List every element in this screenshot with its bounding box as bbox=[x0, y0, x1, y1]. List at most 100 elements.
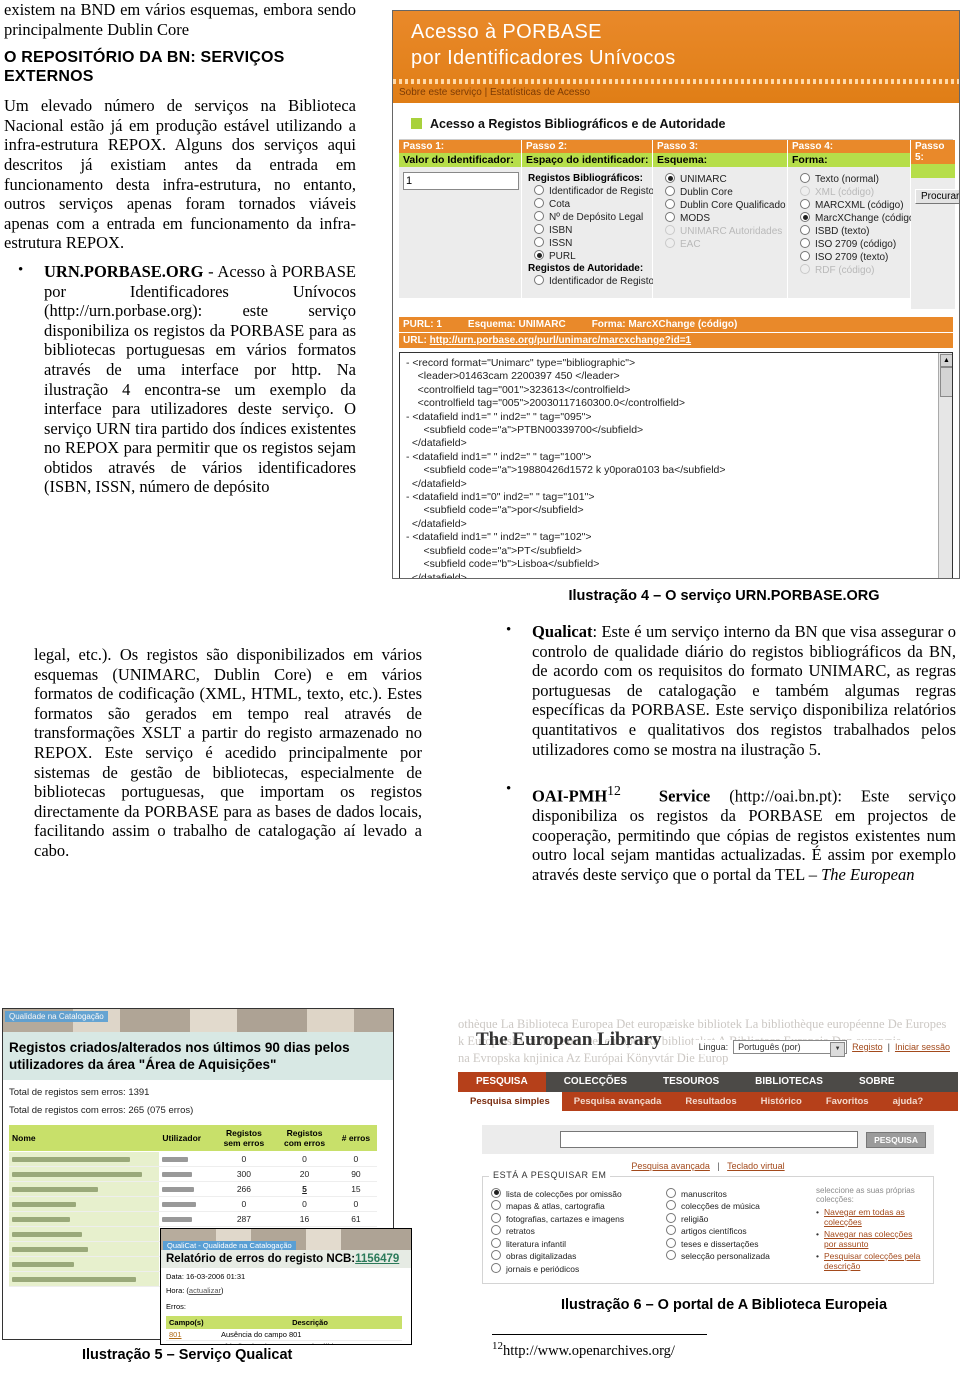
radio-icon[interactable] bbox=[534, 211, 544, 221]
radio-icon[interactable] bbox=[666, 1250, 676, 1260]
cell-nome[interactable] bbox=[9, 1241, 160, 1257]
advanced-search-link[interactable]: Pesquisa avançada bbox=[631, 1161, 710, 1171]
scroll-up-arrow-icon[interactable]: ▲ bbox=[940, 354, 952, 367]
radio-icon[interactable] bbox=[666, 1237, 676, 1248]
register-link[interactable]: Registo bbox=[852, 1042, 883, 1052]
option-obras-digitalizadas[interactable]: obras digitalizadas bbox=[491, 1250, 666, 1261]
radio-icon-selected[interactable] bbox=[800, 212, 810, 222]
radio-icon[interactable] bbox=[491, 1212, 501, 1223]
radio-identificador-registo-aut[interactable]: Identificador de Registo bbox=[534, 275, 654, 287]
refresh-link[interactable]: actualizar bbox=[189, 1286, 221, 1295]
link-pesquisar-pela-descricao[interactable]: Pesquisar colecções pela descrição bbox=[816, 1251, 925, 1271]
radio-identificador-registo-bib[interactable]: Identificador de Registo bbox=[534, 185, 654, 197]
search-button[interactable]: Procurar bbox=[915, 189, 959, 204]
option-mapas-atlas[interactable]: mapas & atlas, cartografia bbox=[491, 1200, 666, 1211]
radio-icon[interactable] bbox=[666, 1187, 676, 1198]
radio-icon[interactable] bbox=[666, 1200, 676, 1210]
login-link[interactable]: Iniciar sessão bbox=[895, 1042, 950, 1052]
radio-icon[interactable] bbox=[491, 1237, 501, 1248]
link-navegar-todas-coleccoes[interactable]: Navegar em todas as colecções bbox=[816, 1207, 925, 1227]
radio-icon[interactable] bbox=[665, 212, 675, 222]
table-row[interactable]: 300 20 90 bbox=[9, 1166, 377, 1182]
radio-icon[interactable] bbox=[491, 1225, 501, 1235]
subnav-resultados[interactable]: Resultados bbox=[673, 1092, 748, 1111]
subnav-pesquisa-simples[interactable]: Pesquisa simples bbox=[458, 1092, 562, 1111]
identifier-value-input[interactable]: 1 bbox=[403, 172, 519, 190]
search-input[interactable] bbox=[560, 1131, 859, 1148]
cell-nome[interactable] bbox=[9, 1151, 160, 1167]
link-navegar-por-assunto[interactable]: Navegar nas colecções por assunto bbox=[816, 1229, 925, 1249]
radio-icon[interactable] bbox=[534, 198, 544, 208]
cell-nome[interactable] bbox=[9, 1226, 160, 1242]
radio-icon-selected[interactable] bbox=[491, 1187, 501, 1198]
radio-iso2709-texto[interactable]: ISO 2709 (texto) bbox=[800, 251, 906, 263]
chevron-down-icon[interactable]: ▼ bbox=[830, 1042, 846, 1057]
popup-window-tab-title[interactable]: QualiCat - Qualidade na Catalogação bbox=[163, 1241, 296, 1250]
radio-icon[interactable] bbox=[534, 275, 544, 285]
url-link[interactable]: http://urn.porbase.org/purl/unimarc/marc… bbox=[430, 335, 691, 346]
option-seleccao-personalizada[interactable]: selecção personalizada bbox=[666, 1250, 816, 1261]
radio-icon[interactable] bbox=[534, 185, 544, 195]
radio-icon[interactable] bbox=[800, 199, 810, 209]
cell-nome[interactable] bbox=[9, 1211, 160, 1227]
table-row[interactable]: 287 16 61 bbox=[9, 1211, 377, 1227]
radio-icon[interactable] bbox=[665, 186, 675, 196]
radio-texto-normal[interactable]: Texto (normal) bbox=[800, 173, 906, 185]
radio-isbd-texto[interactable]: ISBD (texto) bbox=[800, 225, 906, 237]
radio-icon[interactable] bbox=[534, 224, 544, 234]
radio-icon[interactable] bbox=[666, 1212, 676, 1223]
subnav-favoritos[interactable]: Favoritos bbox=[814, 1092, 881, 1111]
radio-marcxchange[interactable]: MarcXChange (código) bbox=[800, 212, 918, 224]
radio-purl[interactable]: PURL bbox=[534, 250, 648, 262]
xml-code-viewer[interactable]: - <record format="Unimarc" type="bibliog… bbox=[399, 352, 953, 578]
option-manuscritos[interactable]: manuscritos bbox=[666, 1187, 816, 1199]
table-row[interactable]: 000 bbox=[9, 1196, 377, 1212]
language-select[interactable]: Português (por) ▼ bbox=[733, 1040, 848, 1057]
tel-logo[interactable]: The European Library bbox=[476, 1029, 661, 1051]
scrollbar-thumb[interactable] bbox=[940, 367, 952, 397]
radio-marcxml[interactable]: MARCXML (código) bbox=[800, 199, 906, 211]
radio-icon[interactable] bbox=[800, 251, 810, 261]
code-scrollbar[interactable]: ▲ ▼ bbox=[938, 353, 952, 578]
option-retratos[interactable]: retratos bbox=[491, 1225, 666, 1236]
radio-icon[interactable] bbox=[800, 173, 810, 183]
radio-icon[interactable] bbox=[491, 1262, 501, 1273]
popup-cell-campo[interactable]: 801 bbox=[166, 1329, 218, 1341]
nav-item-pesquisa[interactable]: PESQUISA bbox=[458, 1072, 546, 1092]
subnav-historico[interactable]: Histórico bbox=[749, 1092, 814, 1111]
option-colecoes-musica[interactable]: colecções de música bbox=[666, 1200, 816, 1211]
virtual-keyboard-link[interactable]: Teclado virtual bbox=[727, 1161, 785, 1171]
option-lista-colecoes[interactable]: lista de colecções por omissão bbox=[491, 1187, 666, 1199]
table-row[interactable]: 000 bbox=[9, 1151, 377, 1167]
subnav-ajuda[interactable]: ajuda? bbox=[881, 1092, 936, 1111]
cell-nome[interactable] bbox=[9, 1166, 160, 1182]
window-tab-title[interactable]: Qualidade na Catalogação bbox=[5, 1011, 108, 1022]
nav-item-colecoes[interactable]: COLECÇÕES bbox=[546, 1072, 645, 1092]
radio-icon[interactable] bbox=[534, 237, 544, 247]
table-row[interactable]: 266 5 15 bbox=[9, 1181, 377, 1197]
cell-nome[interactable] bbox=[9, 1181, 160, 1197]
radio-icon[interactable] bbox=[491, 1250, 501, 1260]
nav-item-bibliotecas[interactable]: BIBLIOTECAS bbox=[737, 1072, 841, 1092]
search-button[interactable]: PESQUISA bbox=[866, 1131, 926, 1148]
radio-unimarc[interactable]: UNIMARC bbox=[665, 173, 783, 185]
option-fotografias[interactable]: fotografias, cartazes e imagens bbox=[491, 1212, 666, 1224]
radio-icon[interactable] bbox=[800, 225, 810, 235]
radio-issn[interactable]: ISSN bbox=[534, 237, 648, 249]
nav-item-sobre[interactable]: SOBRE bbox=[841, 1072, 913, 1092]
radio-dublin-core-qualificado[interactable]: Dublin Core Qualificado bbox=[665, 199, 786, 211]
radio-mods[interactable]: MODS bbox=[665, 212, 783, 224]
radio-icon-selected[interactable] bbox=[534, 250, 544, 260]
radio-isbn[interactable]: ISBN bbox=[534, 224, 648, 236]
fig4-header-links[interactable]: Sobre este serviço | Estatísticas de Ace… bbox=[399, 87, 590, 98]
popup-cell-campo[interactable]: 700 bbox=[166, 1340, 218, 1344]
option-teses-dissertacoes[interactable]: teses e dissertações bbox=[666, 1237, 816, 1249]
radio-icon[interactable] bbox=[491, 1200, 501, 1210]
subnav-pesquisa-avancada[interactable]: Pesquisa avançada bbox=[562, 1092, 674, 1111]
popup-record-number[interactable]: 1156479 bbox=[355, 1253, 399, 1265]
cell-nome[interactable] bbox=[9, 1196, 160, 1212]
radio-icon[interactable] bbox=[665, 199, 675, 209]
option-jornais-periodicos[interactable]: jornais e periódicos bbox=[491, 1262, 666, 1274]
nav-item-tesouros[interactable]: TESOUROS bbox=[645, 1072, 737, 1092]
radio-icon-selected[interactable] bbox=[665, 173, 675, 183]
